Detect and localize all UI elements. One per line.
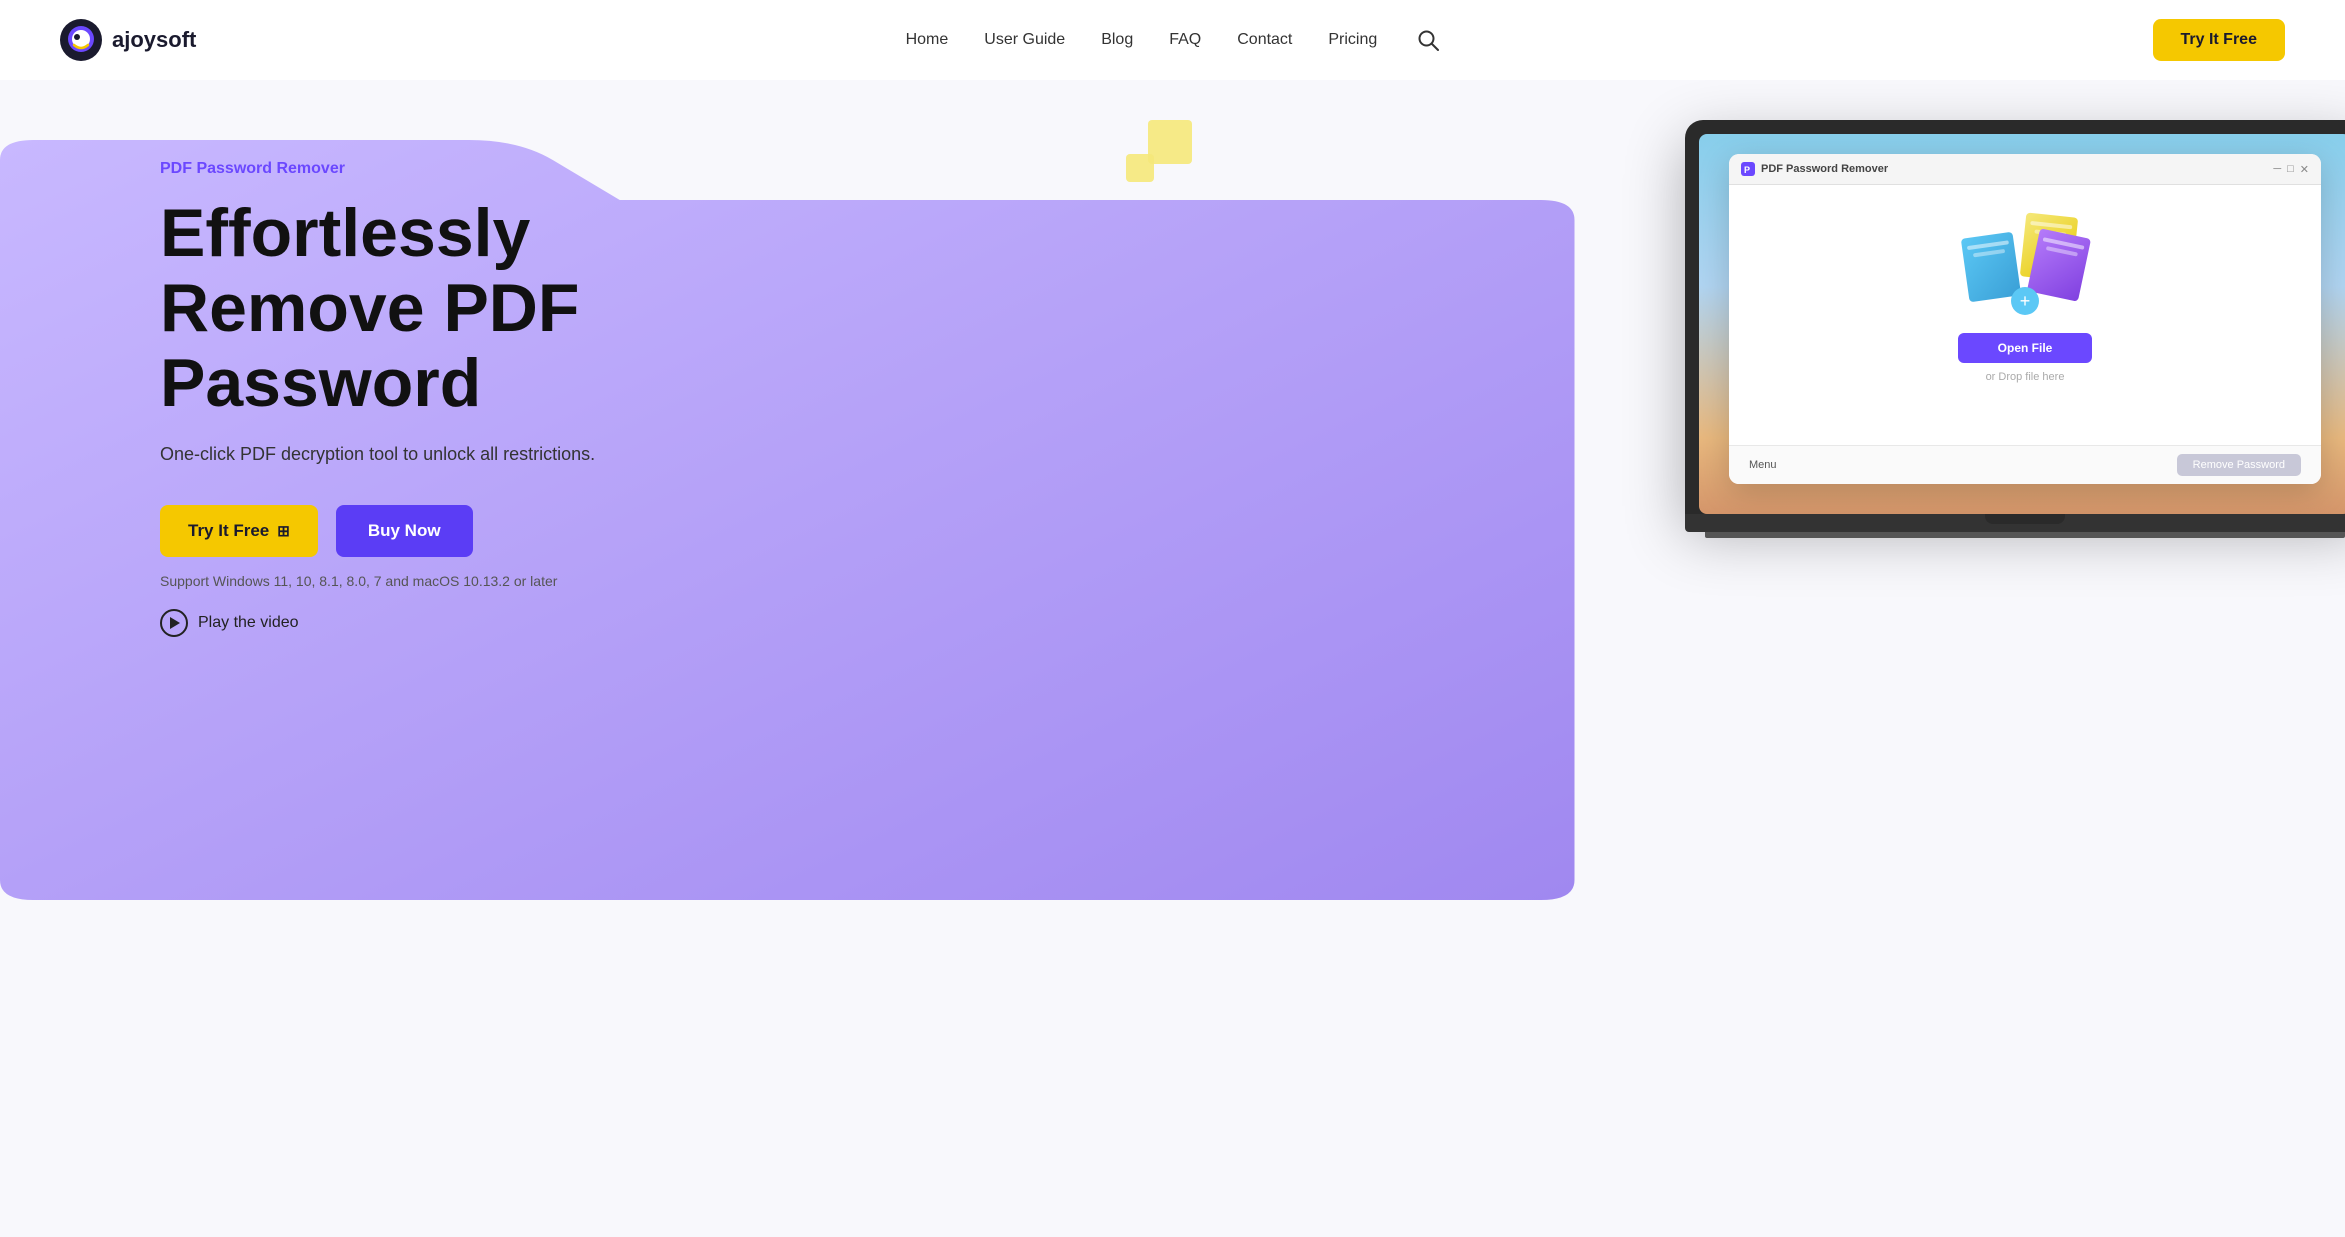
nav-pricing[interactable]: Pricing: [1328, 31, 1377, 49]
app-titlebar: P PDF Password Remover ─ □ ✕: [1729, 154, 2321, 185]
header: ajoysoft Home User Guide Blog FAQ Contac…: [0, 0, 2345, 80]
play-icon: [160, 609, 188, 637]
app-title: P PDF Password Remover: [1741, 162, 1888, 176]
nav-blog[interactable]: Blog: [1101, 31, 1133, 49]
app-footer: Menu Remove Password: [1729, 445, 2321, 484]
hero-content: PDF Password Remover Effortlessly Remove…: [60, 80, 595, 637]
search-icon: [1417, 29, 1439, 51]
hero-buttons: Try It Free ⊞ Buy Now: [160, 505, 595, 557]
minimize-icon[interactable]: ─: [2273, 163, 2281, 176]
svg-text:P: P: [1744, 165, 1750, 175]
maximize-icon[interactable]: □: [2287, 163, 2294, 176]
app-icon: P: [1741, 162, 1755, 176]
close-icon[interactable]: ✕: [2300, 163, 2309, 176]
plus-icon: +: [2011, 287, 2039, 315]
search-button[interactable]: [1413, 25, 1443, 55]
nav-home[interactable]: Home: [906, 31, 949, 49]
laptop-body: P PDF Password Remover ─ □ ✕: [1685, 120, 2345, 514]
logo[interactable]: ajoysoft: [60, 19, 196, 61]
open-file-button[interactable]: Open File: [1958, 333, 2093, 363]
deco-square-small: [1126, 154, 1154, 182]
buy-now-button[interactable]: Buy Now: [336, 505, 473, 557]
laptop-screen: P PDF Password Remover ─ □ ✕: [1699, 134, 2345, 514]
app-window: P PDF Password Remover ─ □ ✕: [1729, 154, 2321, 484]
hero-section: PDF Password Remover Effortlessly Remove…: [0, 80, 2345, 900]
app-menu-label[interactable]: Menu: [1749, 459, 1777, 471]
remove-password-button[interactable]: Remove Password: [2177, 454, 2301, 476]
nav-user-guide[interactable]: User Guide: [984, 31, 1065, 49]
hero-title: Effortlessly Remove PDF Password: [160, 196, 595, 420]
pdf-doc-blue: [1961, 232, 2021, 303]
laptop-stand: [1985, 514, 2065, 524]
app-window-controls: ─ □ ✕: [2273, 163, 2309, 176]
app-body: + Open File or Drop file here: [1729, 185, 2321, 445]
logo-icon: [60, 19, 102, 61]
hero-subtitle: One-click PDF decryption tool to unlock …: [160, 444, 595, 465]
support-text: Support Windows 11, 10, 8.1, 8.0, 7 and …: [160, 573, 595, 589]
nav-faq[interactable]: FAQ: [1169, 31, 1201, 49]
try-it-free-button[interactable]: Try It Free ⊞: [160, 505, 318, 557]
logo-text: ajoysoft: [112, 27, 196, 53]
laptop-base: [1685, 514, 2345, 532]
nav-contact[interactable]: Contact: [1237, 31, 1292, 49]
nav: Home User Guide Blog FAQ Contact Pricing: [906, 25, 1444, 55]
play-video-button[interactable]: Play the video: [160, 609, 299, 637]
drop-text: or Drop file here: [1986, 371, 2065, 383]
laptop-mockup: P PDF Password Remover ─ □ ✕: [1685, 120, 2345, 538]
laptop-bottom: [1705, 532, 2345, 538]
header-cta-button[interactable]: Try It Free: [2153, 19, 2285, 61]
windows-icon: ⊞: [277, 522, 290, 540]
deco-square-large: [1148, 120, 1192, 164]
product-label: PDF Password Remover: [160, 160, 595, 178]
pdf-icons-cluster: +: [1965, 215, 2085, 315]
